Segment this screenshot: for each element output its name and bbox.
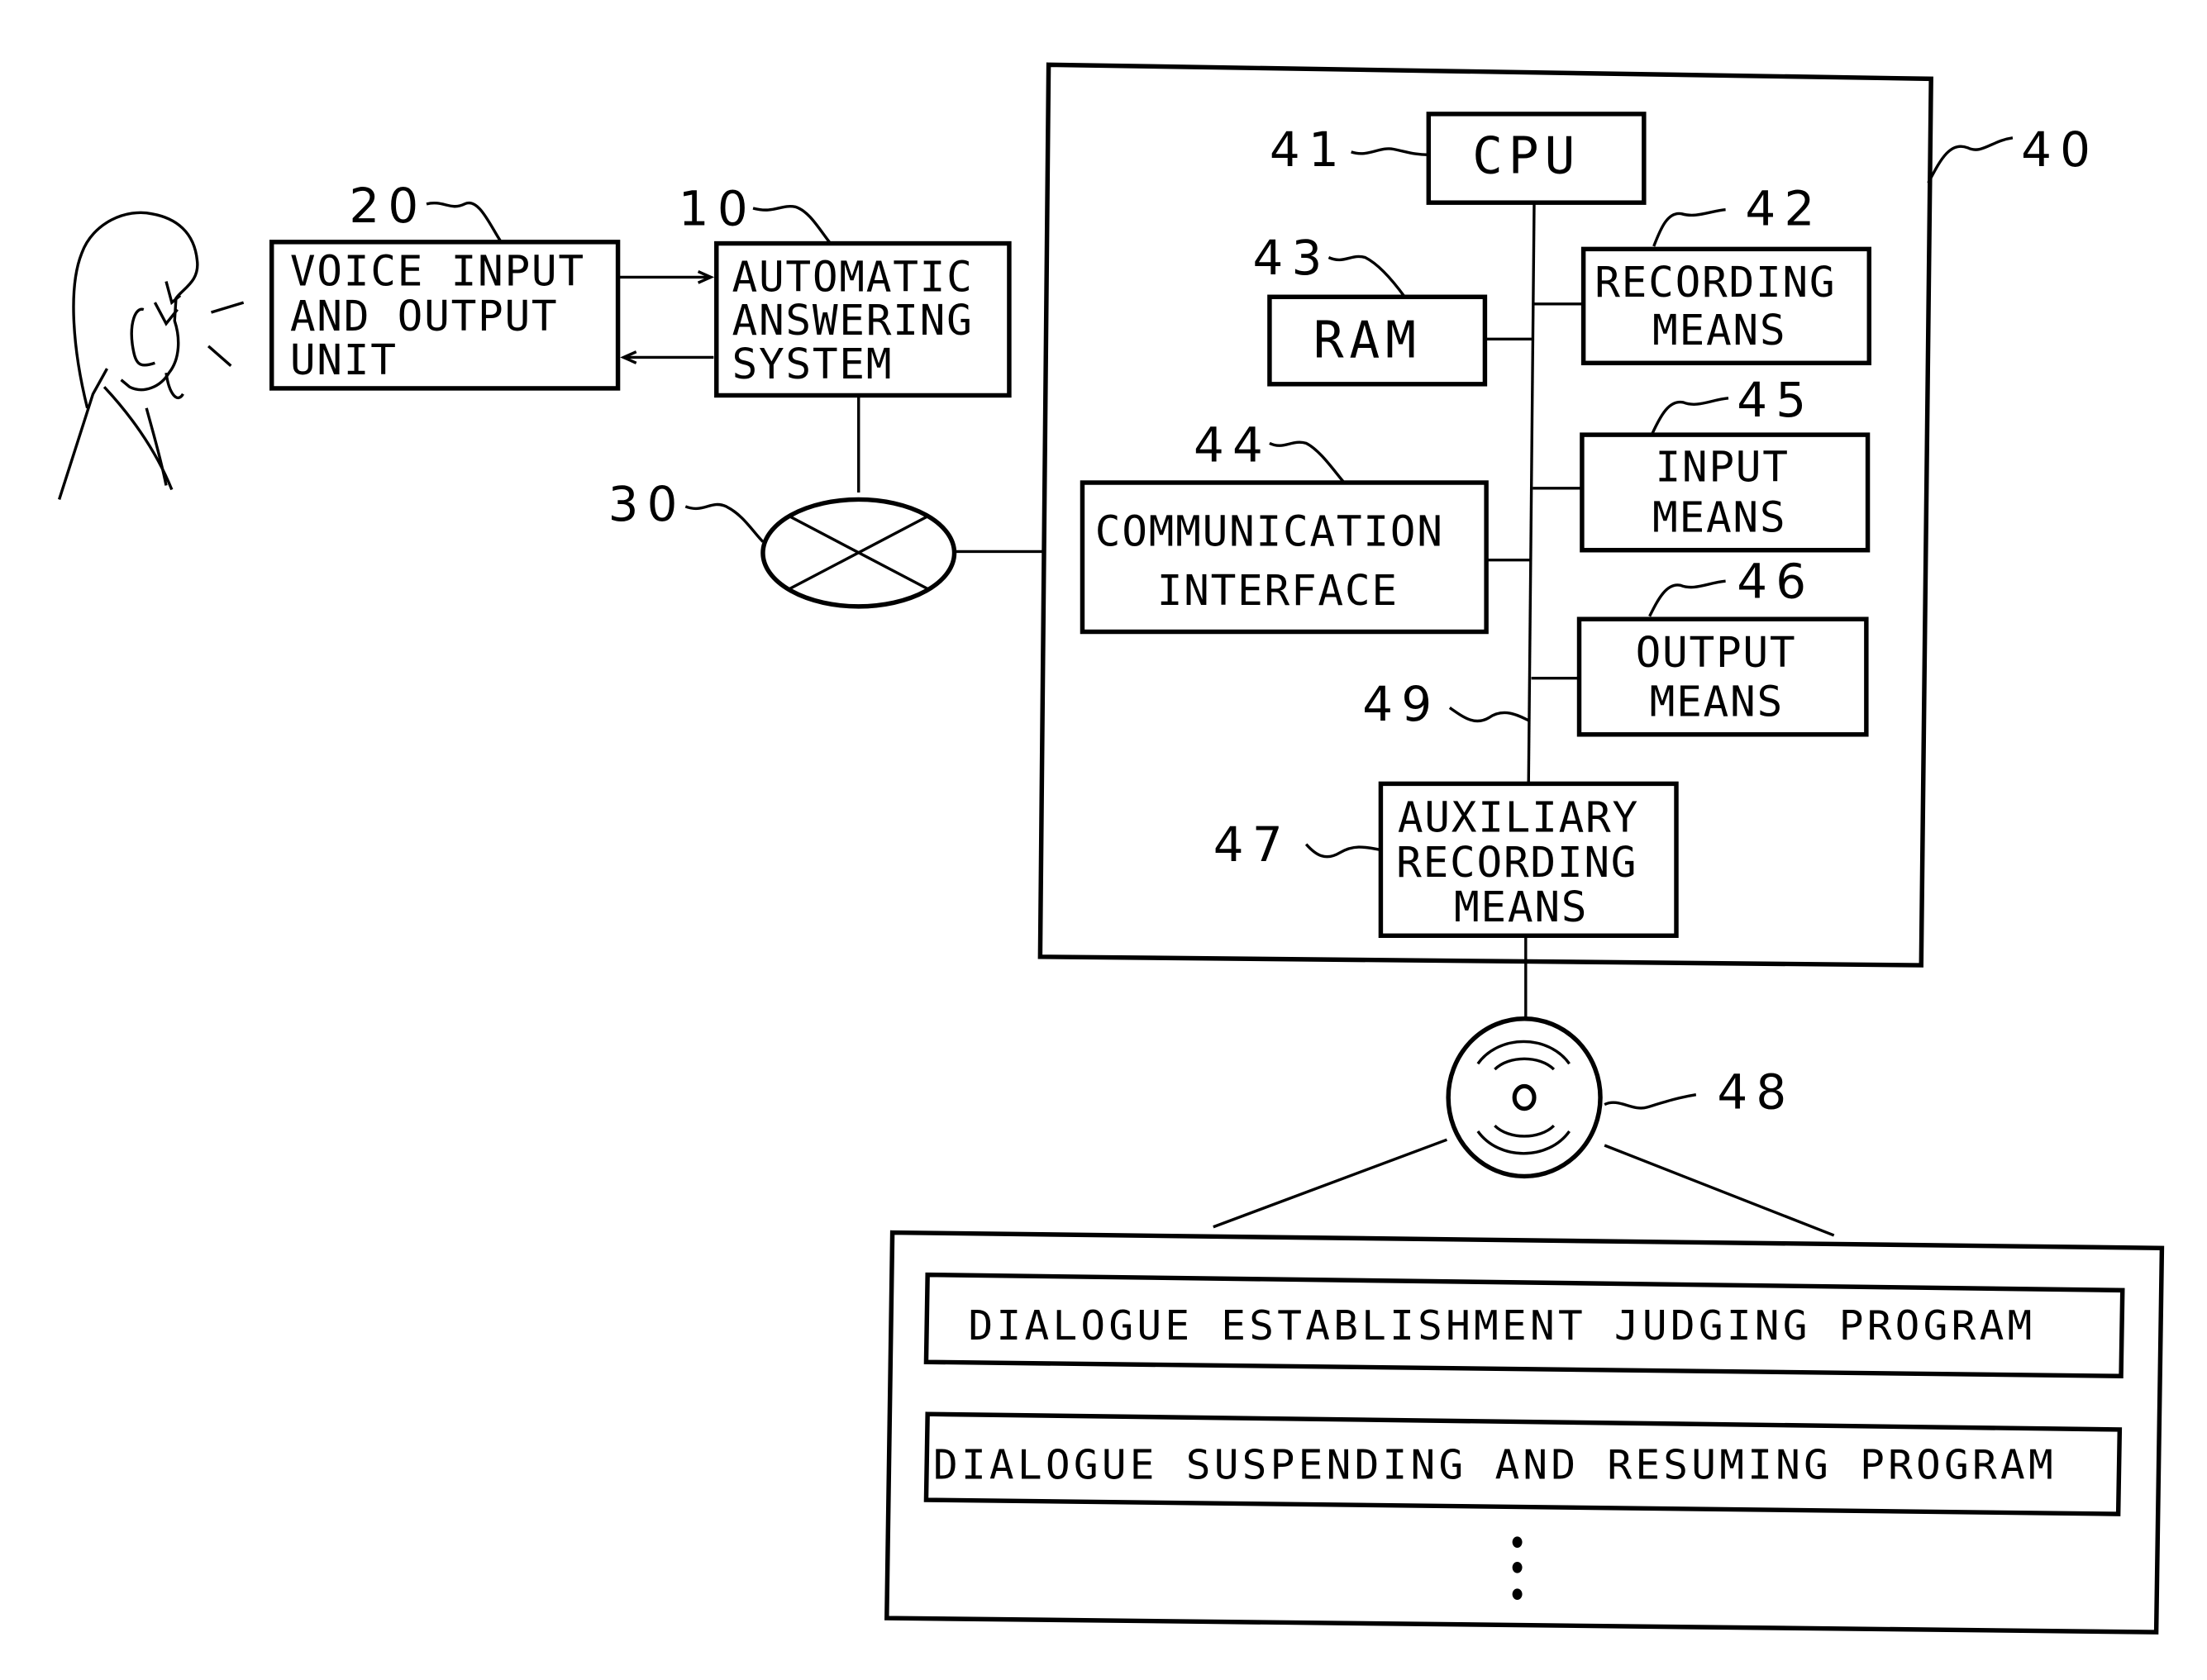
program-label-1: DIALOGUE ESTABLISHMENT JUDGING PROGRAM bbox=[969, 1302, 2036, 1349]
ref-49: 49 bbox=[1362, 676, 1440, 732]
program-item-1: DIALOGUE ESTABLISHMENT JUDGING PROGRAM bbox=[923, 1272, 2125, 1378]
automatic-answering-system: AUTOMATIC ANSWERING SYSTEM bbox=[714, 240, 1012, 398]
comm-line-2: INTERFACE bbox=[1157, 567, 1399, 616]
recording-means-block: RECORDING MEANS bbox=[1580, 246, 1871, 366]
answering-line-1: AUTOMATIC bbox=[732, 253, 973, 302]
expand-line-left bbox=[1213, 1138, 1448, 1229]
person-speaking-icon bbox=[57, 211, 245, 500]
program-label-2: DIALOGUE SUSPENDING AND RESUMING PROGRAM bbox=[933, 1441, 2057, 1489]
cpu-block: CPU bbox=[1426, 112, 1647, 205]
output-line-2: MEANS bbox=[1650, 678, 1784, 727]
aux-line-2: RECORDING bbox=[1396, 839, 1637, 888]
leader-line-30 bbox=[684, 502, 765, 543]
arrow-to-voice-unit bbox=[620, 350, 714, 364]
output-means-block: OUTPUT MEANS bbox=[1576, 616, 1869, 737]
output-line-1: OUTPUT bbox=[1636, 629, 1797, 678]
ref-45: 45 bbox=[1737, 372, 1814, 428]
ref-46: 46 bbox=[1737, 554, 1814, 610]
disk-icon bbox=[1446, 1016, 1603, 1179]
leader-line-10 bbox=[752, 204, 832, 245]
aux-line-3: MEANS bbox=[1454, 883, 1588, 932]
ref-42: 42 bbox=[1745, 180, 1823, 236]
expand-line-right bbox=[1604, 1144, 1835, 1237]
vertical-ellipsis-icon bbox=[1512, 1536, 1523, 1600]
ref-10: 10 bbox=[679, 180, 756, 236]
recording-line-2: MEANS bbox=[1652, 307, 1786, 355]
voice-unit-line-1: VOICE INPUT bbox=[290, 248, 585, 297]
input-line-1: INPUT bbox=[1655, 443, 1789, 492]
auxiliary-recording-means-block: AUXILIARY RECORDING MEANS bbox=[1378, 781, 1679, 939]
input-means-block: INPUT MEANS bbox=[1580, 432, 1871, 553]
leader-line-20 bbox=[426, 201, 503, 243]
program-item-2: DIALOGUE SUSPENDING AND RESUMING PROGRAM bbox=[923, 1411, 2123, 1516]
ref-41: 41 bbox=[1270, 121, 1347, 178]
arrow-to-answering-system bbox=[619, 270, 715, 284]
ref-44: 44 bbox=[1194, 416, 1271, 473]
ref-30: 30 bbox=[608, 476, 686, 532]
comm-line-1: COMMUNICATION bbox=[1095, 508, 1444, 557]
ref-43: 43 bbox=[1252, 230, 1330, 286]
ref-48: 48 bbox=[1717, 1064, 1795, 1121]
leader-line-48 bbox=[1604, 1093, 1697, 1110]
recording-line-1: RECORDING bbox=[1594, 259, 1836, 307]
leader-line-40 bbox=[1927, 136, 2014, 184]
ref-47: 47 bbox=[1213, 816, 1291, 873]
ram-block: RAM bbox=[1267, 294, 1488, 387]
communication-interface-block: COMMUNICATION INTERFACE bbox=[1080, 480, 1489, 635]
voice-unit-line-2: AND OUTPUT bbox=[290, 293, 559, 341]
answering-line-3: SYSTEM bbox=[732, 340, 893, 389]
voice-input-output-unit: VOICE INPUT AND OUTPUT UNIT bbox=[269, 240, 621, 391]
ref-20: 20 bbox=[349, 178, 427, 234]
cpu-label: CPU bbox=[1472, 126, 1580, 185]
system-block-diagram: VOICE INPUT AND OUTPUT UNIT 20 AUTOMATIC… bbox=[57, 62, 2165, 1635]
aux-line-1: AUXILIARY bbox=[1398, 793, 1639, 842]
ref-40: 40 bbox=[2021, 121, 2099, 178]
answering-line-2: ANSWERING bbox=[732, 297, 973, 345]
ram-label: RAM bbox=[1313, 311, 1422, 369]
input-line-2: MEANS bbox=[1652, 494, 1786, 543]
network-crossed-ellipse-icon bbox=[760, 497, 957, 609]
voice-unit-line-3: UNIT bbox=[290, 336, 398, 385]
